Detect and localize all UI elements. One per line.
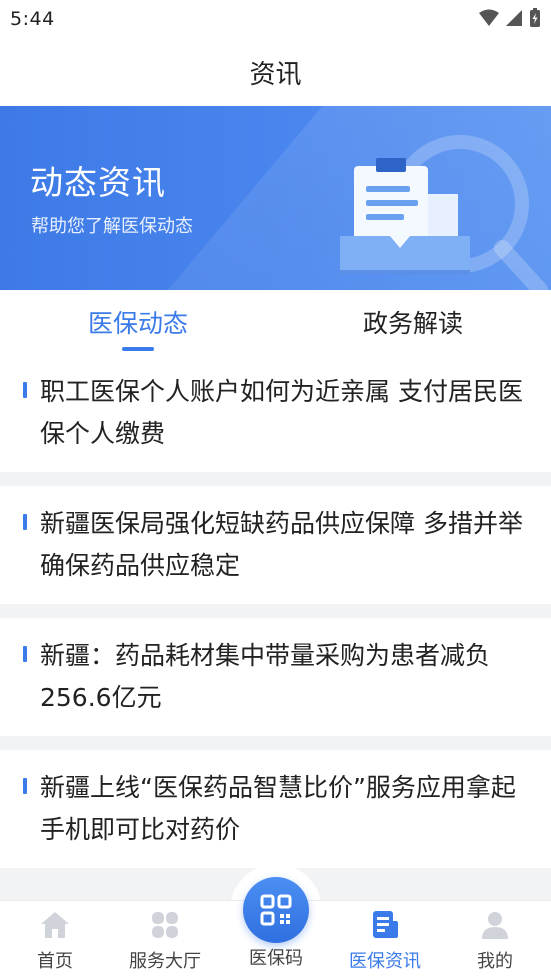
news-item-title: 新疆上线“医保药品智慧比价”服务应用拿起手机即可比对药价 [40, 773, 516, 844]
status-bar: 5:44 [0, 0, 551, 38]
home-icon [41, 912, 69, 938]
tabbar-item-service-hall[interactable]: 服务大厅 [110, 901, 220, 979]
news-item-marker [23, 514, 27, 530]
news-tray-illustration [340, 135, 548, 290]
qr-code-button-label: 医保码 [249, 948, 303, 969]
qr-code-button[interactable] [243, 877, 309, 943]
qr-code-icon [260, 894, 292, 926]
signal-icon [506, 10, 522, 26]
tab-policy-interpretation[interactable]: 政务解读 [313, 304, 513, 340]
active-tab-indicator [122, 347, 154, 351]
banner-subtitle: 帮助您了解医保动态 [31, 216, 193, 237]
tabbar-item-home[interactable]: 首页 [0, 901, 110, 979]
status-icons [479, 8, 541, 28]
grid-icon [152, 912, 178, 938]
news-item-title: 新疆医保局强化短缺药品供应保障 多措并举确保药品供应稳定 [40, 509, 523, 580]
news-item-marker [23, 646, 27, 662]
app-header: 资讯 [0, 38, 551, 106]
tabbar-item-label: 服务大厅 [129, 951, 201, 972]
banner: 动态资讯 帮助您了解医保动态 [0, 106, 551, 290]
tabbar-item-mine[interactable]: 我的 [440, 901, 550, 979]
news-item[interactable]: 新疆上线“医保药品智慧比价”服务应用拿起手机即可比对药价 [0, 750, 551, 868]
status-time: 5:44 [10, 8, 55, 30]
news-icon [373, 911, 398, 938]
tab-medical-insurance-news[interactable]: 医保动态 [38, 304, 238, 340]
battery-icon [530, 8, 540, 27]
news-item[interactable]: 新疆：药品耗材集中带量采购为患者减负256.6亿元 [0, 618, 551, 736]
news-list: 职工医保个人账户如何为近亲属 支付居民医保个人缴费 新疆医保局强化短缺药品供应保… [0, 354, 551, 868]
banner-title: 动态资讯 [30, 163, 166, 202]
user-icon [482, 912, 508, 939]
tabbar-item-insurance-news[interactable]: 医保资讯 [330, 901, 440, 979]
page-title: 资讯 [249, 60, 302, 90]
news-item-marker [23, 382, 27, 398]
news-item[interactable]: 职工医保个人账户如何为近亲属 支付居民医保个人缴费 [0, 354, 551, 472]
news-item-marker [23, 778, 27, 794]
tabbar-item-label: 医保资讯 [349, 951, 421, 972]
news-item-title: 新疆：药品耗材集中带量采购为患者减负256.6亿元 [40, 641, 491, 712]
wifi-icon [479, 9, 499, 26]
news-item-title: 职工医保个人账户如何为近亲属 支付居民医保个人缴费 [40, 377, 523, 448]
news-item[interactable]: 新疆医保局强化短缺药品供应保障 多措并举确保药品供应稳定 [0, 486, 551, 604]
tabbar-item-label: 我的 [477, 951, 513, 972]
tabbar-item-label: 首页 [37, 951, 73, 972]
tab-bar: 医保动态 政务解读 [0, 290, 551, 354]
